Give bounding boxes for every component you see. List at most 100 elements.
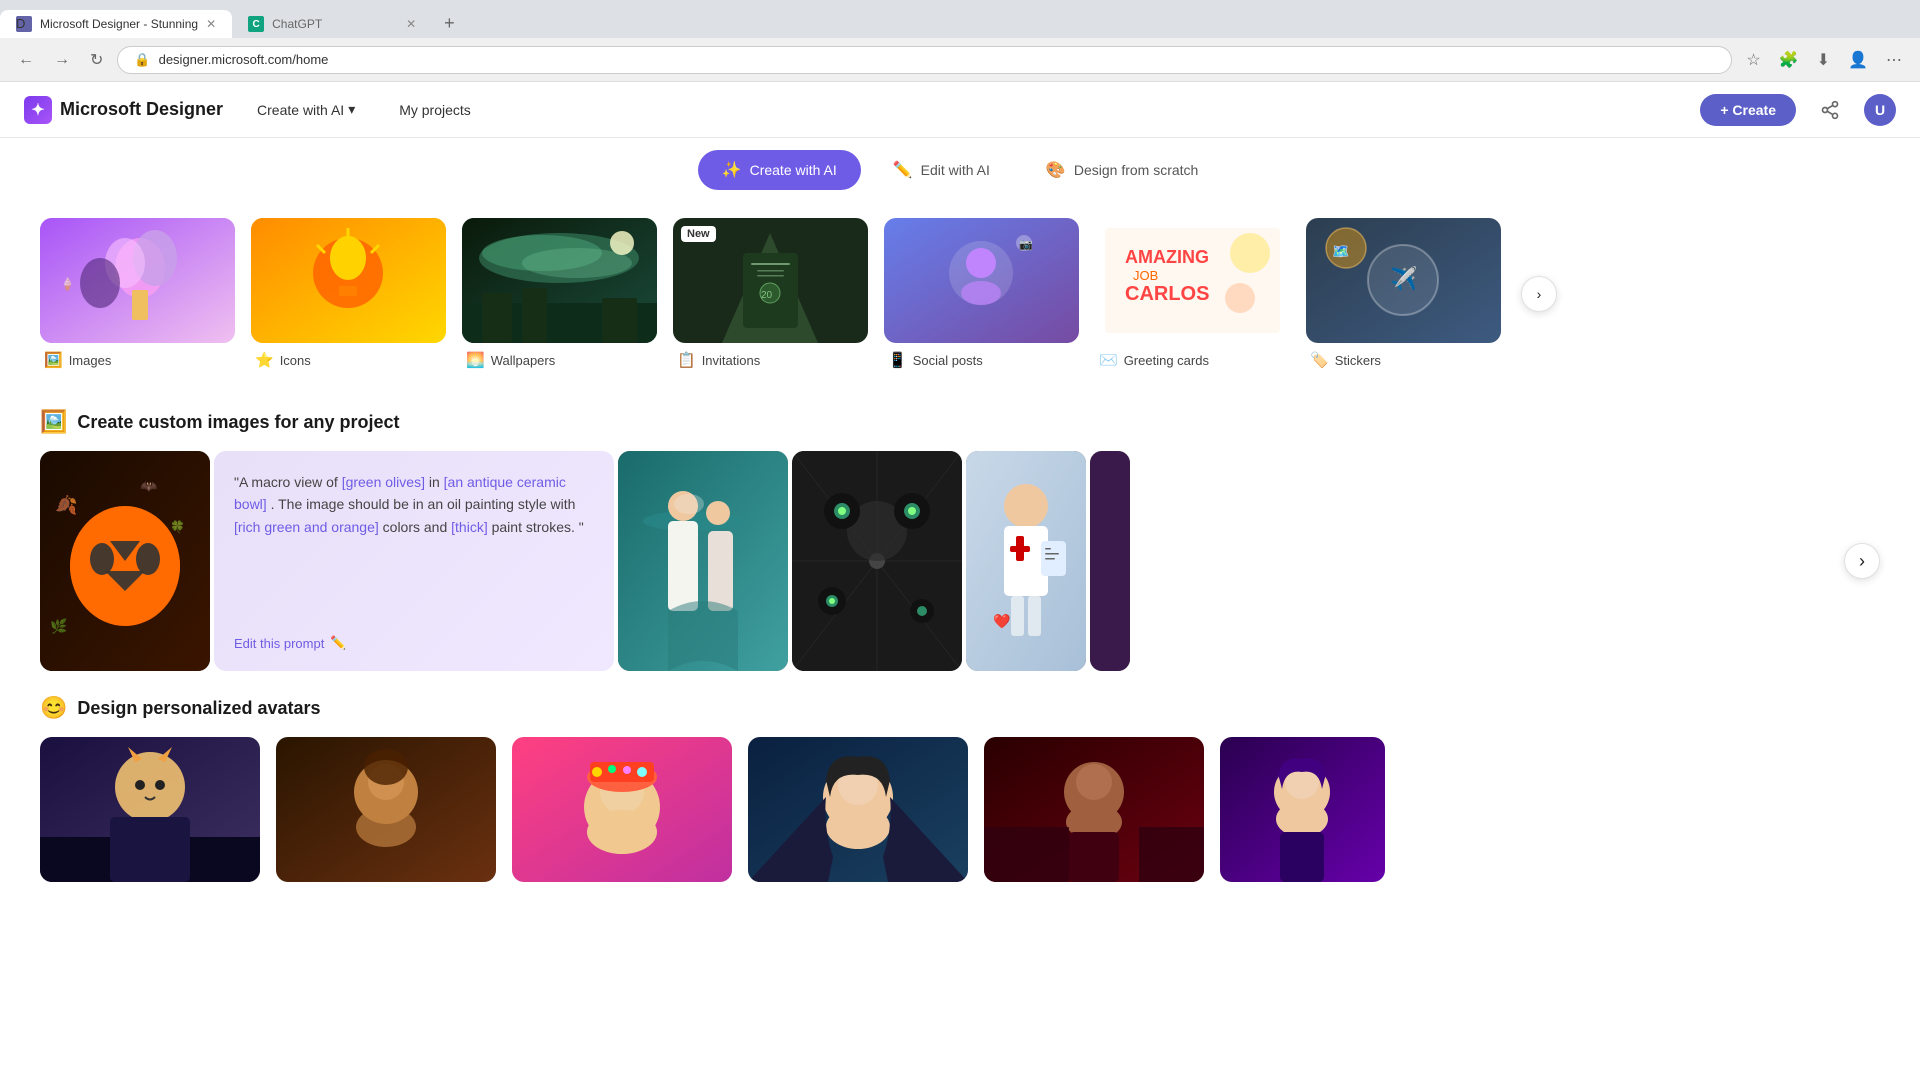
gallery-icon-invitations: 📋 — [677, 351, 696, 369]
gallery-img-images: 🍦 — [40, 218, 235, 343]
gallery-section: 🍦 🖼️ Images — [0, 202, 1920, 385]
gallery-img-placeholder-images: 🍦 — [40, 218, 235, 343]
download-button[interactable]: ⬇ — [1811, 46, 1836, 74]
custom-images-heading: 🖼️ Create custom images for any project — [0, 385, 1920, 451]
gallery-label-greeting: ✉️ Greeting cards — [1095, 343, 1290, 369]
svg-text:🗺️: 🗺️ — [1332, 243, 1349, 259]
custom-images-nav-right[interactable]: › — [1844, 543, 1880, 579]
tab-close-1[interactable]: ✕ — [206, 17, 216, 31]
app-header: ✦ Microsoft Designer Create with AI ▾ My… — [0, 82, 1920, 138]
prompt-text: "A macro view of [green olives] in [an a… — [234, 471, 594, 538]
custom-images-title: Create custom images for any project — [77, 412, 399, 433]
gallery-text-images: Images — [69, 353, 112, 368]
avatar-card-6[interactable] — [1220, 737, 1385, 882]
avatar-card-3[interactable] — [512, 737, 732, 882]
share-button[interactable] — [1812, 92, 1848, 128]
gallery-card-icons[interactable]: ⭐ Icons — [251, 218, 446, 369]
gallery-img-greeting: AMAZING JOB CARLOS — [1095, 218, 1290, 343]
gallery-text-icons: Icons — [280, 353, 311, 368]
avatar-section — [0, 737, 1920, 906]
svg-text:📷: 📷 — [1019, 239, 1033, 251]
avatars-title: Design personalized avatars — [77, 698, 320, 719]
gallery-icon-icons: ⭐ — [255, 351, 274, 369]
tab-design-scratch[interactable]: 🎨 Design from scratch — [1022, 150, 1222, 190]
gallery-card-greeting[interactable]: AMAZING JOB CARLOS ✉️ Greeting cards — [1095, 218, 1290, 369]
tab-close-2[interactable]: ✕ — [406, 17, 416, 31]
custom-img-art[interactable] — [1090, 451, 1130, 671]
more-button[interactable]: ⋯ — [1880, 46, 1908, 74]
tab-design-scratch-icon: 🎨 — [1046, 160, 1066, 180]
gallery-label-stickers: 🏷️ Stickers — [1306, 343, 1501, 369]
gallery-card-wallpapers[interactable]: 🌅 Wallpapers — [462, 218, 657, 369]
new-badge-invitations: New — [681, 226, 716, 242]
tab-title-1: Microsoft Designer - Stunning — [40, 17, 198, 31]
prompt-mid2: . The image should be in an oil painting… — [271, 496, 576, 512]
tab-edit-ai-icon: ✏️ — [893, 160, 913, 180]
svg-text:CARLOS: CARLOS — [1125, 283, 1209, 305]
edit-prompt-button[interactable]: Edit this prompt ✏️ — [234, 635, 594, 651]
custom-img-couple[interactable] — [618, 451, 788, 671]
app-logo[interactable]: ✦ Microsoft Designer — [24, 96, 223, 124]
nav-my-projects-label: My projects — [399, 102, 471, 118]
svg-text:🍂: 🍂 — [55, 494, 77, 515]
custom-img-pumpkin[interactable]: 🍂 🦇 🍀 🌿 — [40, 451, 210, 671]
prompt-card[interactable]: "A macro view of [green olives] in [an a… — [214, 451, 614, 671]
gallery-text-invitations: Invitations — [702, 353, 761, 368]
avatar-row — [40, 737, 1880, 882]
avatar-card-4[interactable] — [748, 737, 968, 882]
nav-create-ai-label: Create with AI — [257, 102, 344, 118]
svg-text:🦇: 🦇 — [140, 478, 158, 494]
nav-create-ai[interactable]: Create with AI ▾ — [247, 95, 365, 124]
new-tab-button[interactable]: + — [432, 7, 467, 40]
gallery-card-stickers[interactable]: ✈️ 🗺️ 🏷️ Stickers — [1306, 218, 1501, 369]
bookmark-star-button[interactable]: ☆ — [1740, 46, 1766, 74]
avatar-card-2[interactable] — [276, 737, 496, 882]
gallery-icon-images: 🖼️ — [44, 351, 63, 369]
svg-text:20: 20 — [761, 290, 773, 301]
prompt-mid3: colors and — [383, 519, 451, 535]
avatar-card-5[interactable] — [984, 737, 1204, 882]
gallery-img-placeholder-wallpapers — [462, 218, 657, 343]
browser-tab-1[interactable]: D Microsoft Designer - Stunning ✕ — [0, 10, 232, 38]
app-tab-bar: ✨ Create with AI ✏️ Edit with AI 🎨 Desig… — [0, 138, 1920, 202]
tab-favicon-designer: D — [16, 16, 32, 32]
custom-images-icon: 🖼️ — [40, 409, 67, 435]
tab-create-ai[interactable]: ✨ Create with AI — [698, 150, 861, 190]
gallery-card-images[interactable]: 🍦 🖼️ Images — [40, 218, 235, 369]
prompt-suffix: paint strokes. " — [492, 519, 584, 535]
svg-text:🍦: 🍦 — [60, 277, 75, 291]
svg-text:JOB: JOB — [1133, 268, 1158, 283]
extension-button[interactable]: 🧩 — [1773, 46, 1805, 74]
svg-text:✈️: ✈️ — [1390, 265, 1417, 291]
gallery-img-invitations: New 20 — [673, 218, 868, 343]
gallery-label-invitations: 📋 Invitations — [673, 343, 868, 369]
gallery-nav-right[interactable]: › — [1521, 276, 1557, 312]
prompt-link-colors: [rich green and orange] — [234, 519, 379, 535]
avatar-card-1[interactable] — [40, 737, 260, 882]
address-bar[interactable]: 🔒 designer.microsoft.com/home — [117, 46, 1732, 74]
profile-button[interactable]: 👤 — [1842, 46, 1874, 74]
forward-button[interactable]: → — [48, 47, 76, 73]
custom-img-spider[interactable] — [792, 451, 962, 671]
user-avatar[interactable]: U — [1864, 94, 1896, 126]
logo-text: Microsoft Designer — [60, 99, 223, 120]
custom-images-row: 🍂 🦇 🍀 🌿 "A macro view of [green olives] … — [0, 451, 1920, 671]
back-button[interactable]: ← — [12, 47, 40, 73]
tab-edit-ai[interactable]: ✏️ Edit with AI — [869, 150, 1014, 190]
gallery-label-social: 📱 Social posts — [884, 343, 1079, 369]
address-url: designer.microsoft.com/home — [159, 52, 329, 67]
gallery-card-social[interactable]: 📷 📱 Social posts — [884, 218, 1079, 369]
custom-img-doctor[interactable]: ❤️ — [966, 451, 1086, 671]
gallery-label-wallpapers: 🌅 Wallpapers — [462, 343, 657, 369]
reload-button[interactable]: ↻ — [84, 46, 109, 74]
nav-create-ai-chevron: ▾ — [348, 101, 355, 118]
gallery-label-images: 🖼️ Images — [40, 343, 235, 369]
nav-my-projects[interactable]: My projects — [389, 96, 481, 124]
gallery-img-social: 📷 — [884, 218, 1079, 343]
gallery-card-invitations[interactable]: New 20 📋 Invitations — [673, 218, 868, 369]
browser-tab-2[interactable]: C ChatGPT ✕ — [232, 10, 432, 38]
gallery-text-stickers: Stickers — [1335, 353, 1381, 368]
create-button[interactable]: + Create — [1700, 94, 1796, 126]
gallery-icon-stickers: 🏷️ — [1310, 351, 1329, 369]
svg-text:AMAZING: AMAZING — [1125, 247, 1209, 267]
